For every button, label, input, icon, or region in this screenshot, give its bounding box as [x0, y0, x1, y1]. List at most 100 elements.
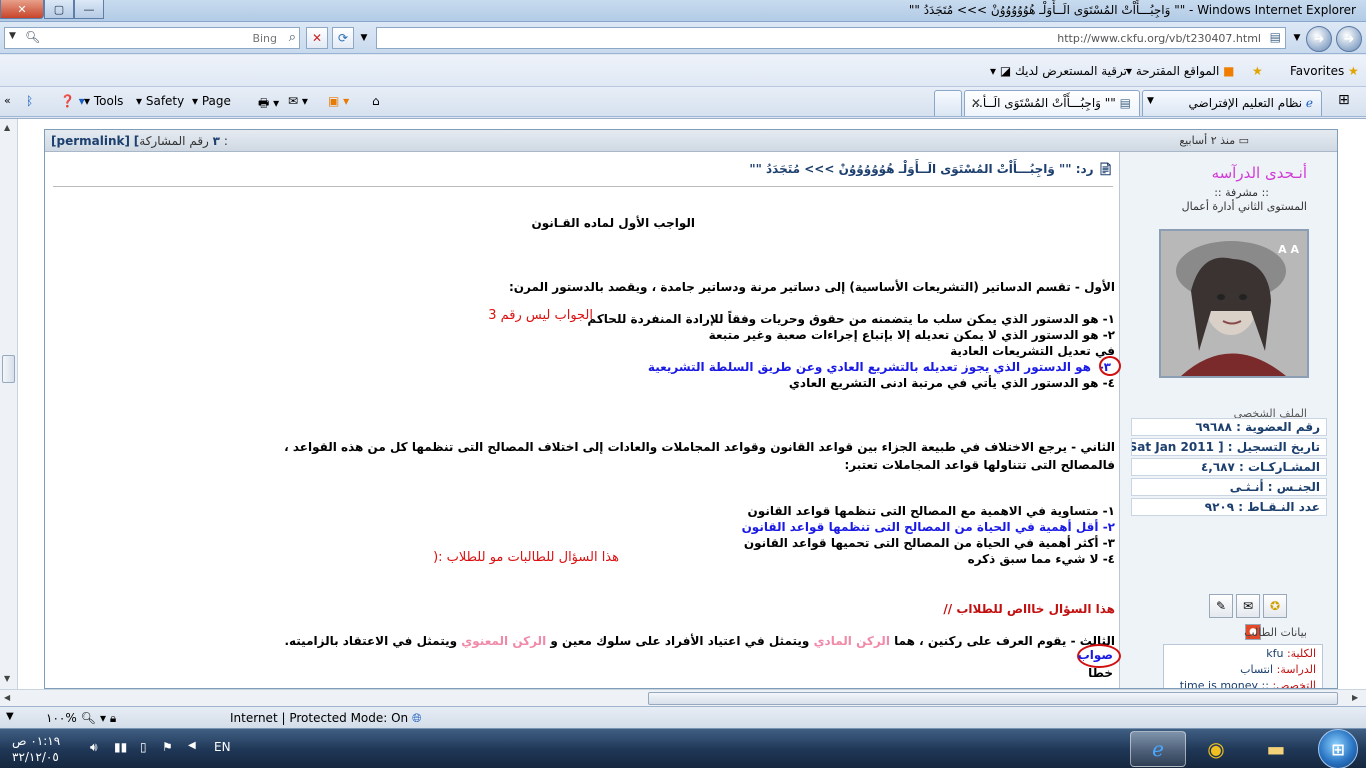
student-college: الكلية: kfu: [1266, 647, 1316, 660]
scroll-down-icon[interactable]: ▼: [4, 674, 10, 683]
study-value: انتساب: [1240, 663, 1274, 676]
scroll-right-icon[interactable]: ▶: [1352, 693, 1358, 702]
upgrade-browser-label: ترقية المستعرض لديك: [1015, 64, 1127, 78]
bing-search-icon[interactable]: ⌕: [289, 30, 296, 45]
zoom-icon: 🔍︎: [80, 711, 96, 725]
permalink-link[interactable]: [permalink]: [51, 134, 130, 148]
zoom-text: ١٠٠%: [46, 711, 77, 725]
vertical-scroll-thumb[interactable]: [2, 355, 15, 383]
bluetooth-icon[interactable]: ᛒ: [26, 94, 33, 108]
edit-icon[interactable]: ✎: [1209, 594, 1233, 618]
zone-text: Internet | Protected Mode: On: [230, 711, 409, 725]
taskbar-clock[interactable]: ٠١:١٩ ص ٣٢/١٢/٠٥: [12, 733, 60, 765]
answer-false: خطا: [1088, 666, 1113, 680]
search-icon[interactable]: 🔍︎: [25, 30, 40, 44]
input-language[interactable]: EN: [214, 740, 231, 754]
page-menu[interactable]: ▾ Page: [192, 94, 231, 108]
close-window-button[interactable]: ✕: [0, 0, 44, 19]
zoom-level[interactable]: ١٠٠% 🔍︎: [46, 711, 96, 725]
folder-icon: ▬: [1266, 737, 1286, 761]
upgrade-browser-link[interactable]: ▾ ◪ ترقية المستعرض لديك: [990, 64, 1127, 78]
tab-list-dropdown-icon[interactable]: ▼: [1147, 96, 1154, 106]
chevron-expand-icon[interactable]: «: [4, 94, 11, 107]
refresh-icon[interactable]: ⟳: [332, 27, 354, 49]
title-divider: [53, 186, 1113, 187]
stat-points: عدد النـقـاط : ٩٢٠٩: [1131, 498, 1327, 516]
minimize-window-button[interactable]: —: [74, 0, 104, 19]
scroll-left-icon[interactable]: ◀: [4, 693, 10, 702]
vertical-scrollbar[interactable]: ▲ ▼: [0, 119, 18, 689]
back-icon[interactable]: ➜: [1336, 26, 1362, 52]
search-input[interactable]: [77, 30, 277, 46]
history-dropdown-icon[interactable]: ▼: [1290, 27, 1304, 49]
user-level: المستوى الثاني أدارة أعمال: [1181, 200, 1307, 213]
horizontal-scroll-thumb[interactable]: [648, 692, 1338, 705]
user-action-icons: ✎ ✉ ✪: [1209, 594, 1287, 618]
page-icon: ▤: [1269, 30, 1281, 44]
quick-tabs-icon[interactable]: ⊞: [1338, 92, 1350, 108]
home-icon[interactable]: ⌂: [372, 94, 380, 108]
message-icon[interactable]: ✉: [1236, 594, 1260, 618]
stat-join-date: تاريخ التسجيل : [ Sat Jan 2011 ]: [1131, 438, 1327, 456]
taskbar-chrome[interactable]: ◉: [1188, 731, 1244, 767]
new-tab-button[interactable]: [934, 90, 962, 116]
student-major: التخصص: :: time is money: [1179, 679, 1316, 689]
major-value: :: time is money: [1179, 679, 1269, 689]
power-icon[interactable]: ▯: [140, 740, 147, 754]
volume-icon[interactable]: 🔊︎: [90, 740, 98, 755]
mail-icon[interactable]: ✉ ▾: [288, 94, 308, 108]
forward-icon[interactable]: ➜: [1306, 26, 1332, 52]
tab-page-icon: ▤: [1119, 96, 1131, 110]
question-2-line-2: فالمصالح التى تتناولها قواعد المجاملات ت…: [844, 458, 1115, 472]
recent-pages-dropdown-icon[interactable]: ▼: [356, 27, 372, 49]
zoom-dropdown-icon[interactable]: ▼: [6, 711, 14, 722]
favorites-button[interactable]: Favorites ★: [1290, 64, 1359, 78]
red-circle-annotation: [1099, 356, 1121, 376]
tab-homework-thread[interactable]: ▤ "" وَاجِبُـــأَاْتْ المُسْتَوَى الَــأ…: [964, 90, 1140, 116]
upgrade-browser-icon: ◪: [999, 64, 1012, 78]
search-box[interactable]: ▼ 🔍︎ ⌕: [4, 27, 300, 49]
help-icon[interactable]: ❓ ▾: [60, 94, 85, 108]
safety-label: Safety: [145, 94, 185, 108]
favorites-bar: ▾ ◪ ترقية المستعرض لديك ▾ المواقع المقتر…: [0, 55, 1366, 87]
user-sidebar: أنـحدى الدرآسه :: مشرفة :: المستوى الثان…: [1119, 152, 1337, 689]
answer-true: صواب: [1077, 648, 1113, 662]
protected-mode-icon[interactable]: ▾ 🔒︎: [100, 711, 116, 726]
post-permalink[interactable]: [permalink] [٣ رقم المشاركة :: [51, 134, 228, 148]
homework-heading: الواجب الأول لماده القـانون: [531, 216, 696, 230]
tab-virtual-learning-label: نظام التعليم الإفتراضي: [1188, 96, 1303, 110]
start-button[interactable]: ⊞: [1318, 729, 1358, 768]
add-favorite-star-icon[interactable]: ★: [1252, 64, 1263, 78]
globe-icon: 🌐︎: [412, 711, 422, 725]
tab-virtual-learning[interactable]: ℯ نظام التعليم الإفتراضي ▼: [1142, 90, 1322, 116]
search-dropdown-icon[interactable]: ▼: [9, 31, 16, 41]
print-icon[interactable]: 🖶 ▾: [258, 94, 279, 115]
action-center-flag-icon[interactable]: ⚑: [162, 740, 173, 754]
major-label: التخصص:: [1272, 679, 1316, 689]
network-icon[interactable]: ▮▮: [114, 740, 127, 754]
tools-menu[interactable]: ▾ Tools: [84, 94, 123, 108]
rss-feed-icon[interactable]: ▣ ▾: [328, 94, 349, 108]
reply-title: 📄︎ رد: "" وَاجِبُـــأَاْتْ المُسْتَوَى ا…: [749, 162, 1113, 176]
stop-icon[interactable]: ✕: [306, 27, 328, 49]
show-hidden-icons-icon[interactable]: ◀: [188, 740, 196, 751]
question-2-line-1: الثاني - يرجع الاختلاف في طبيعة الجزاء ب…: [284, 440, 1115, 454]
address-box[interactable]: ▤: [376, 27, 1286, 49]
post-date: منذ ٢ أسابيع ▭: [1179, 134, 1249, 147]
stat-posts: المشـاركـات : ٤,٦٨٧: [1131, 458, 1327, 476]
horizontal-scrollbar[interactable]: ◀ ▶: [0, 689, 1366, 707]
status-bar: ▼ ١٠٠% 🔍︎ ▾ 🔒︎ Internet | Protected Mode…: [0, 706, 1366, 728]
post-body: 📄︎ رد: "" وَاجِبُـــأَاْتْ المُسْتَوَى ا…: [45, 152, 1121, 688]
scroll-up-icon[interactable]: ▲: [4, 123, 10, 132]
safety-menu[interactable]: ▾ Safety: [136, 94, 184, 108]
suggested-sites-link[interactable]: ▾ المواقع المقترحة ■: [1126, 64, 1235, 78]
window-controls: ✕ ▢ —: [0, 0, 104, 19]
close-tab-icon[interactable]: ✕: [971, 96, 981, 110]
username[interactable]: أنـحدى الدرآسه: [1212, 164, 1307, 182]
taskbar-internet-explorer[interactable]: ℯ: [1130, 731, 1186, 767]
url-input[interactable]: [661, 30, 1261, 46]
college-value: kfu: [1266, 647, 1284, 660]
taskbar-explorer[interactable]: ▬: [1248, 731, 1304, 767]
maximize-window-button[interactable]: ▢: [44, 0, 74, 19]
medal-icon[interactable]: ✪: [1263, 594, 1287, 618]
